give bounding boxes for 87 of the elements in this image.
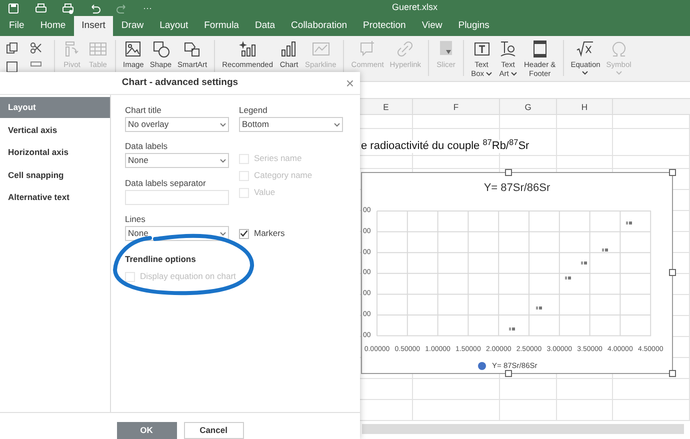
sidebar-tab[interactable]: Vertical axis xyxy=(0,120,110,140)
checkbox-label: Series name xyxy=(254,152,302,165)
window-title: Gueret.xlsx xyxy=(392,1,438,14)
undo-icon[interactable] xyxy=(89,2,101,14)
dropdown[interactable]: None xyxy=(125,153,229,168)
caret-icon xyxy=(616,71,622,75)
resize-handle[interactable] xyxy=(505,169,512,176)
section-heading: Trendline options xyxy=(125,254,197,264)
data-point-marker xyxy=(581,262,587,264)
menu-tab[interactable]: Layout xyxy=(152,16,196,36)
dropdown[interactable]: None xyxy=(125,226,229,241)
omega-icon xyxy=(610,40,628,58)
checkbox-label: Category name xyxy=(254,169,312,182)
text-art-icon xyxy=(499,40,517,58)
column-header[interactable]: G xyxy=(500,99,557,115)
menu-tab[interactable]: Plugins xyxy=(450,16,498,36)
input-field[interactable] xyxy=(125,190,229,205)
caret-icon xyxy=(510,72,517,76)
menu-tab[interactable]: Collaboration xyxy=(283,16,356,36)
caret-icon xyxy=(582,71,588,75)
caret-icon xyxy=(220,122,226,126)
smartart-icon xyxy=(183,40,202,58)
checkbox[interactable] xyxy=(239,228,249,238)
data-point-marker xyxy=(565,276,571,280)
sidebar-tab[interactable]: Alternative text xyxy=(0,187,110,208)
dropdown[interactable]: No overlay xyxy=(125,117,229,132)
close-button[interactable]: × xyxy=(346,75,354,91)
pivot-table-icon xyxy=(63,40,81,58)
field-label: Lines xyxy=(125,214,146,224)
resize-handle[interactable] xyxy=(669,169,676,176)
menu-tab[interactable]: Data xyxy=(246,16,284,36)
cell-text: e radioactivité du couple $^{87}$Rb/$^{87}$Sr xyxy=(361,140,530,153)
menu-tab[interactable]: Insert xyxy=(74,16,114,36)
sparkline-icon xyxy=(312,40,330,58)
menu-tab[interactable]: File xyxy=(1,16,32,36)
sidebar-tab[interactable]: Cell snapping xyxy=(0,164,110,186)
cut-icon[interactable] xyxy=(30,42,42,54)
primary-button[interactable]: OK xyxy=(116,422,176,439)
menu-tab[interactable]: Formula xyxy=(196,16,247,36)
secondary-button[interactable]: Cancel xyxy=(184,422,244,439)
text-box-icon xyxy=(472,40,491,58)
square-root-icon xyxy=(576,40,594,58)
resize-handle[interactable] xyxy=(669,370,676,377)
sidebar-tab[interactable]: Horizontal axis xyxy=(0,142,110,163)
data-point-marker xyxy=(509,328,515,330)
field-label: Legend xyxy=(239,105,268,115)
menu-tab[interactable]: Draw xyxy=(113,16,152,36)
save-icon[interactable] xyxy=(8,2,20,14)
resize-handle[interactable] xyxy=(669,269,676,276)
data-point-marker xyxy=(626,222,632,224)
caret-icon xyxy=(220,232,226,236)
header-footer-icon xyxy=(530,40,549,58)
menu-tab[interactable]: Protection xyxy=(355,16,414,36)
field-label: Data labels xyxy=(125,141,169,151)
resize-handle[interactable] xyxy=(505,370,512,377)
chart-sparkle-icon xyxy=(238,40,257,58)
menu-tab[interactable]: View xyxy=(414,16,450,36)
image-icon xyxy=(124,40,142,58)
comment-icon xyxy=(358,40,377,58)
field-label: Chart title xyxy=(125,105,162,115)
copy-icon[interactable] xyxy=(6,42,18,54)
more-button[interactable]: ··· xyxy=(143,4,152,12)
dialog-title: Chart - advanced settings xyxy=(122,76,238,90)
checkmark-icon xyxy=(240,230,248,237)
legend-marker-icon xyxy=(478,362,486,370)
link-icon xyxy=(396,40,414,58)
column-header[interactable]: H xyxy=(557,99,613,115)
caret-icon xyxy=(486,72,492,76)
data-point-marker xyxy=(602,248,608,252)
checkbox-label: Value xyxy=(254,186,276,199)
print-icon[interactable] xyxy=(35,2,47,14)
caret-icon xyxy=(220,158,226,162)
field-label: Data labels separator xyxy=(125,178,207,188)
chart-title: Y= 87Sr/86Sr xyxy=(484,182,550,194)
checkbox-label: Display equation on chart xyxy=(140,270,236,283)
horizontal-scrollbar[interactable] xyxy=(362,424,684,434)
checkbox-label: Markers xyxy=(254,227,285,240)
table-icon xyxy=(89,40,107,58)
sidebar-tab[interactable]: Layout xyxy=(0,97,110,118)
quick-print-icon[interactable] xyxy=(62,2,74,14)
shapes-icon xyxy=(152,40,170,58)
column-header[interactable]: F xyxy=(413,99,500,115)
bar-chart-icon xyxy=(280,40,298,58)
caret-icon xyxy=(334,122,340,126)
data-point-marker xyxy=(536,306,542,310)
dropdown[interactable]: Bottom xyxy=(239,117,343,132)
menu-tab[interactable]: Home xyxy=(32,16,74,36)
